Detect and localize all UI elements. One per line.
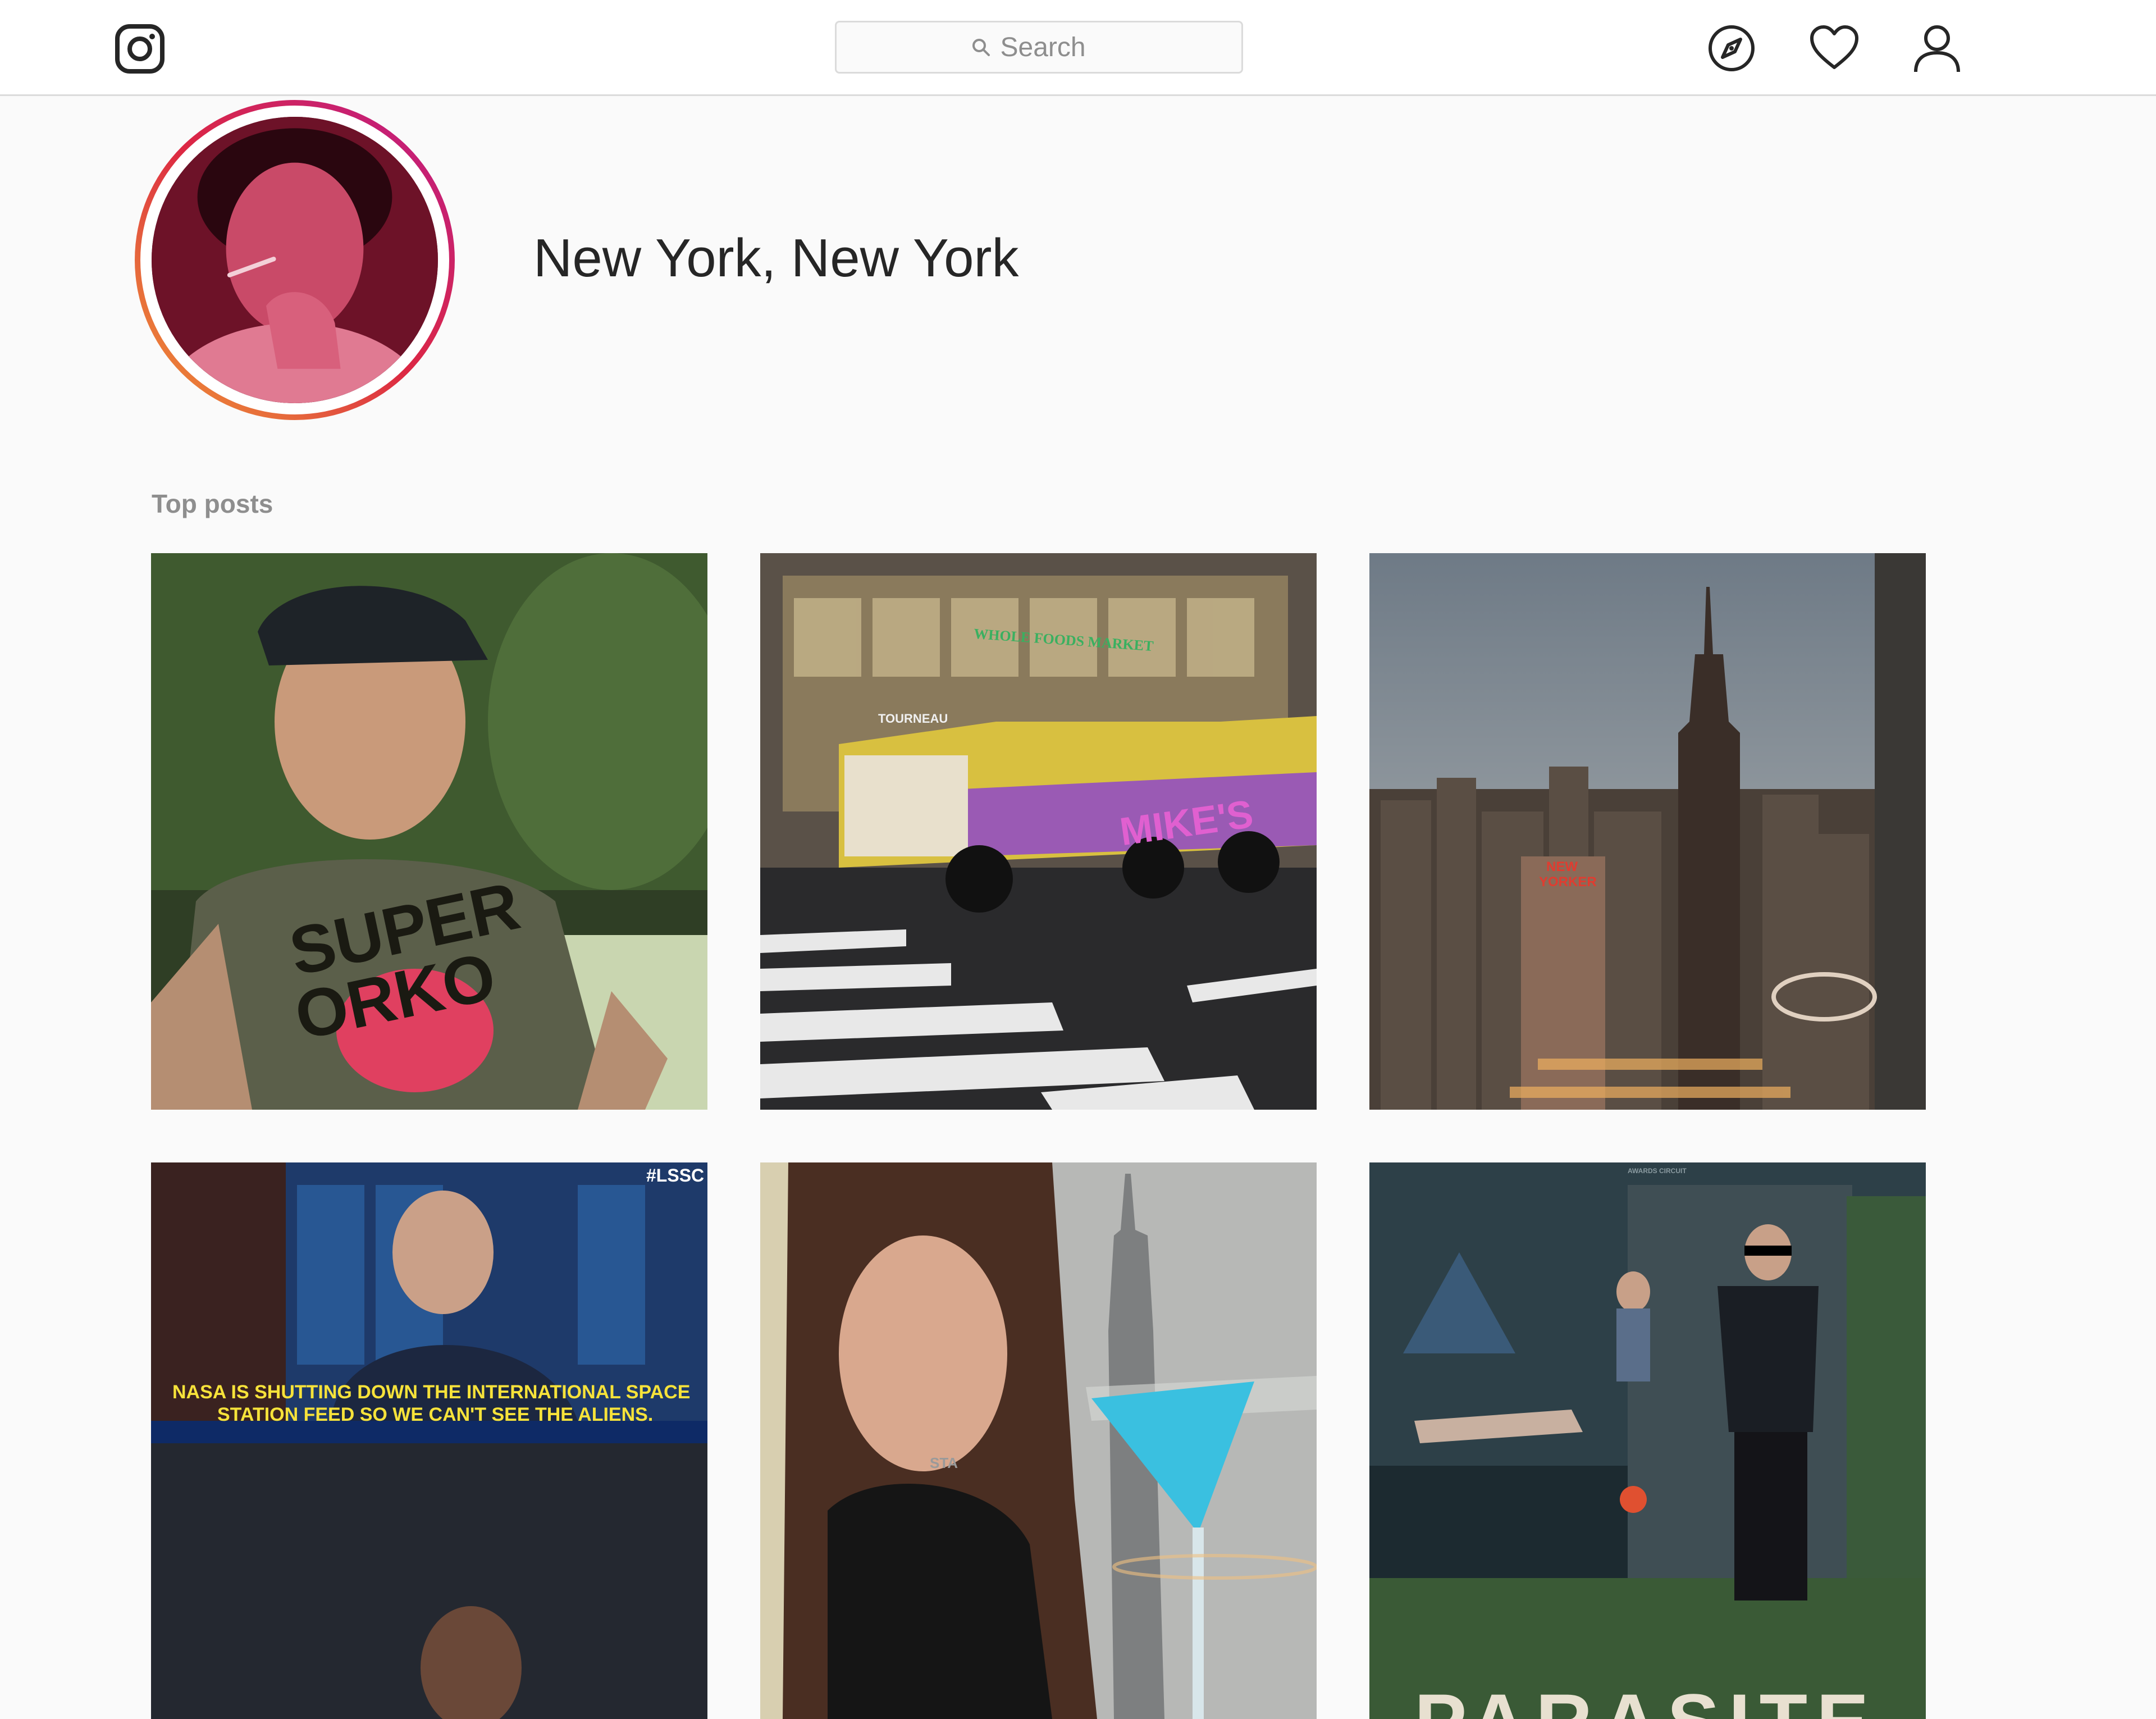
instagram-logo-icon[interactable] xyxy=(115,24,165,74)
search-box[interactable] xyxy=(835,21,1243,74)
top-posts-heading: Top posts xyxy=(152,489,273,518)
location-title: New York, New York xyxy=(533,228,1019,288)
post-6-text-title: PARASITE xyxy=(1414,1676,1878,1719)
post-3-text-yorker: YORKER xyxy=(1539,874,1597,890)
post-4-caption-line-2: STATION FEED SO WE CAN'T SEE THE ALIENS. xyxy=(217,1404,654,1425)
heart-icon[interactable] xyxy=(1808,22,1860,74)
post-image-5 xyxy=(760,1162,1317,1719)
search-input[interactable] xyxy=(1000,31,1107,63)
post-tile-6[interactable]: AWARDS CIRCUIT PARASITE xyxy=(1369,1162,1926,1719)
compass-icon[interactable] xyxy=(1706,22,1757,74)
post-4-text-hashtag: #LSSC xyxy=(646,1165,705,1185)
post-tile-1[interactable]: SUPER ORKO xyxy=(151,553,707,1110)
post-2-text-tourneau: TOURNEAU xyxy=(878,712,948,726)
location-avatar[interactable] xyxy=(135,100,455,420)
post-tile-5[interactable]: STA xyxy=(760,1162,1317,1719)
post-image-6 xyxy=(1369,1162,1926,1719)
top-nav-bar xyxy=(0,0,2156,96)
post-image-3 xyxy=(1369,553,1926,1110)
post-tile-4[interactable]: #LSSC NASA IS SHUTTING DOWN THE INTERNAT… xyxy=(151,1162,707,1719)
post-tile-2[interactable]: WHOLE FOODS MARKET TOURNEAU MIKE'S xyxy=(760,553,1317,1110)
post-6-text-awards: AWARDS CIRCUIT xyxy=(1628,1167,1687,1175)
post-5-text-sta: STA xyxy=(930,1454,958,1471)
post-3-text-new: NEW xyxy=(1546,859,1578,874)
post-tile-3[interactable]: NEW YORKER xyxy=(1369,553,1926,1110)
user-icon[interactable] xyxy=(1911,22,1963,74)
search-icon xyxy=(972,39,990,56)
post-image-4 xyxy=(151,1162,707,1719)
post-4-caption-line-1: NASA IS SHUTTING DOWN THE INTERNATIONAL … xyxy=(172,1381,691,1403)
avatar-photo xyxy=(152,117,438,403)
